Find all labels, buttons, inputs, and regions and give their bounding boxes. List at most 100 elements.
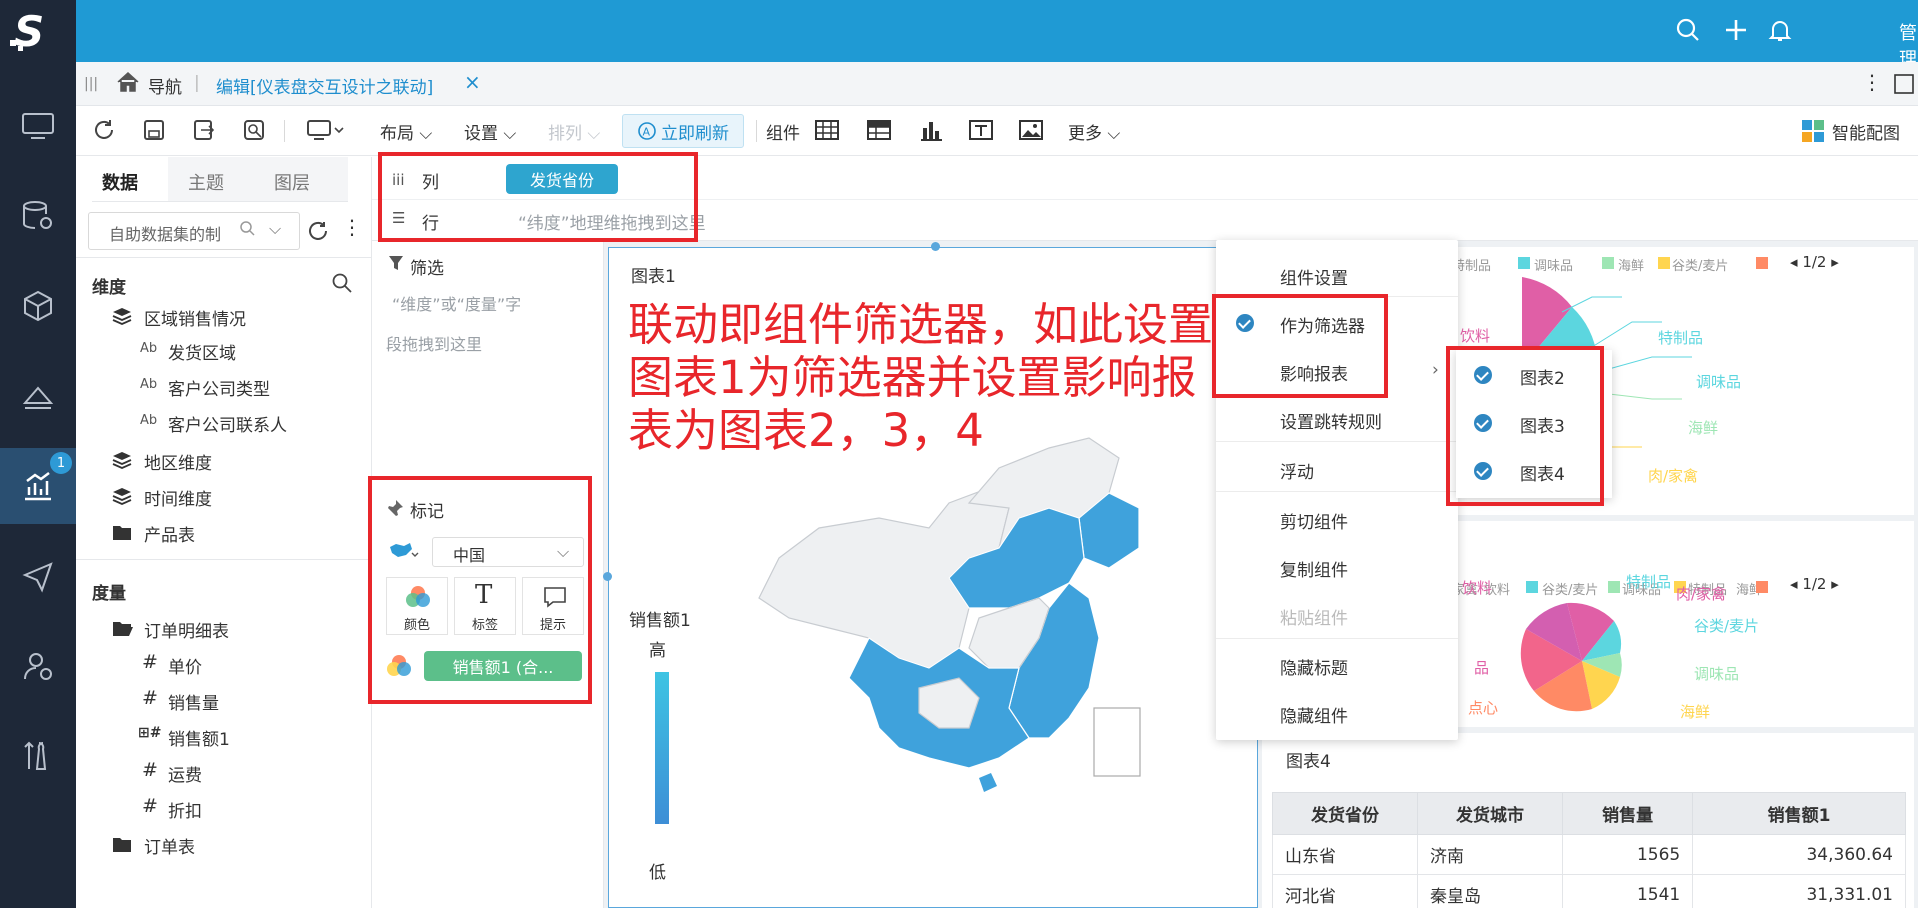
tree-item-product-table[interactable]: 产品表: [144, 521, 195, 546]
send-icon[interactable]: [0, 538, 76, 614]
tree-item-order-detail[interactable]: 订单明细表: [144, 617, 229, 642]
chart3-slice-label: 饮料: [1462, 579, 1493, 597]
search-icon[interactable]: [1676, 18, 1700, 47]
column-header[interactable]: 发货城市: [1416, 792, 1563, 835]
tree-item-region-dim[interactable]: 地区维度: [144, 449, 212, 474]
crosstab-icon[interactable]: [866, 118, 892, 147]
tree-item-ship-region[interactable]: 发货区域: [168, 339, 236, 364]
tab-divider: [92, 201, 348, 202]
smart-chart-button[interactable]: 智能配图: [1832, 119, 1900, 144]
save-icon[interactable]: [142, 118, 166, 147]
text-field-icon: Ab: [140, 377, 158, 392]
resize-handle[interactable]: [603, 572, 612, 581]
column-header[interactable]: 销售量: [1561, 792, 1694, 835]
table-cell: 1541: [1561, 874, 1694, 908]
toolbar-divider: [284, 120, 285, 142]
filter-icon: [388, 255, 404, 276]
bar-chart-icon[interactable]: [918, 118, 944, 147]
stack-icon: [112, 307, 132, 330]
tree-item-sales-qty[interactable]: 销售量: [168, 689, 219, 714]
more-vertical-icon[interactable]: ⋮: [342, 215, 362, 239]
divider: [76, 257, 372, 258]
chart2-pager[interactable]: ◂ 1/2 ▸: [1790, 253, 1839, 271]
filter-title: 筛选: [410, 259, 444, 279]
measure-heading: 度量: [92, 584, 126, 604]
tree-item-unit-price[interactable]: 单价: [168, 653, 202, 678]
tree-item-sales-amount[interactable]: 销售额1: [168, 725, 230, 750]
chevron-right-icon: ›: [1432, 360, 1439, 380]
map-region-hainan[interactable]: [979, 773, 997, 792]
stack-icon: [112, 451, 132, 474]
table-header-row: 发货省份 发货城市 销售量 销售额1: [1272, 792, 1906, 835]
chart3-slice-label: 海鲜: [1680, 703, 1711, 721]
bell-icon[interactable]: [1768, 18, 1792, 47]
screen-size-icon[interactable]: [306, 118, 346, 147]
refresh-now-button[interactable]: A 立即刷新: [622, 114, 744, 148]
cube-icon[interactable]: [0, 268, 76, 344]
database-settings-icon[interactable]: [0, 178, 76, 254]
filter-hint[interactable]: 段拖拽到这里: [386, 331, 482, 355]
home-icon[interactable]: [116, 71, 140, 98]
menu-item-hide-title[interactable]: 隐藏标题: [1280, 654, 1348, 679]
chart2-slice-label: 肉/家禽: [1648, 467, 1699, 485]
layout-menu[interactable]: 布局 ⌵: [380, 119, 432, 144]
table-icon[interactable]: [814, 118, 840, 147]
layers-icon[interactable]: [0, 358, 76, 434]
drag-handle-icon[interactable]: |||: [84, 76, 98, 92]
more-vertical-icon[interactable]: ⋮: [1862, 70, 1882, 94]
menu-item-jump-rules[interactable]: 设置跳转规则: [1280, 408, 1382, 433]
menu-item-float[interactable]: 浮动: [1280, 458, 1314, 483]
search-icon[interactable]: [332, 273, 352, 298]
menu-item-copy[interactable]: 复制组件: [1280, 556, 1348, 581]
search-icon: [239, 220, 255, 240]
add-icon[interactable]: [1724, 18, 1748, 47]
image-icon[interactable]: [1018, 118, 1044, 147]
tools-icon[interactable]: [0, 718, 76, 794]
tab-data[interactable]: 数据: [102, 169, 138, 195]
tree-item-orders[interactable]: 订单表: [144, 833, 195, 858]
filter-hint[interactable]: “维度”或“度量”字: [392, 291, 521, 315]
tab-layers[interactable]: 图层: [274, 169, 310, 195]
highlight-box: [368, 476, 592, 704]
tree-item-region-sales[interactable]: 区域销售情况: [144, 305, 246, 330]
menu-item-component-settings[interactable]: 组件设置: [1280, 264, 1348, 289]
china-map[interactable]: [669, 408, 1169, 848]
user-settings-icon[interactable]: [0, 628, 76, 704]
monitor-icon[interactable]: [0, 88, 76, 164]
text-field-icon: Ab: [140, 341, 158, 356]
chart3-slice-label: 肉/家禽: [1676, 585, 1727, 603]
legend-title: 销售额1: [629, 611, 691, 631]
reload-icon[interactable]: [92, 118, 116, 147]
resize-handle[interactable]: [931, 242, 940, 251]
tree-item-customer-contact[interactable]: 客户公司联系人: [168, 411, 287, 436]
dataset-select[interactable]: 自助数据集的制 ⌵: [88, 212, 300, 250]
refresh-icon[interactable]: [306, 219, 330, 248]
preview-icon[interactable]: [242, 118, 266, 147]
tab-theme[interactable]: 主题: [188, 169, 224, 195]
chevron-down-icon: ⌵: [269, 219, 282, 238]
app-logo[interactable]: S: [0, 0, 76, 62]
column-header[interactable]: 销售额1: [1692, 792, 1906, 835]
menu-item-cut[interactable]: 剪切组件: [1280, 508, 1348, 533]
settings-menu[interactable]: 设置 ⌵: [464, 119, 516, 144]
tree-item-freight[interactable]: 运费: [168, 761, 202, 786]
tab-edit-dashboard[interactable]: 编辑[仪表盘交互设计之联动]: [216, 73, 433, 98]
tree-item-time-dim[interactable]: 时间维度: [144, 485, 212, 510]
tree-item-customer-type[interactable]: 客户公司类型: [168, 375, 270, 400]
toolbar-divider: [756, 120, 757, 142]
menu-item-hide-component[interactable]: 隐藏组件: [1280, 702, 1348, 727]
legend-gradient-bar: [655, 672, 669, 824]
save-as-icon[interactable]: [192, 118, 216, 147]
dimension-heading: 维度: [92, 278, 126, 298]
text-box-icon[interactable]: [968, 118, 994, 147]
more-menu[interactable]: 更多 ⌵: [1068, 119, 1120, 144]
chart2-slice-label: 海鲜: [1688, 419, 1719, 437]
fullscreen-icon[interactable]: [1894, 74, 1914, 99]
tab-close-icon[interactable]: ×: [464, 70, 481, 94]
column-header[interactable]: 发货省份: [1272, 792, 1418, 835]
table-row[interactable]: 山东省 济南 1565 34,360.64: [1272, 834, 1906, 875]
tree-item-discount[interactable]: 折扣: [168, 797, 202, 822]
nav-link[interactable]: 导航: [148, 73, 182, 98]
table-row[interactable]: 河北省 秦皇岛 1541 31,331.01: [1272, 874, 1906, 908]
chart3-pager[interactable]: ◂ 1/2 ▸: [1790, 575, 1839, 593]
